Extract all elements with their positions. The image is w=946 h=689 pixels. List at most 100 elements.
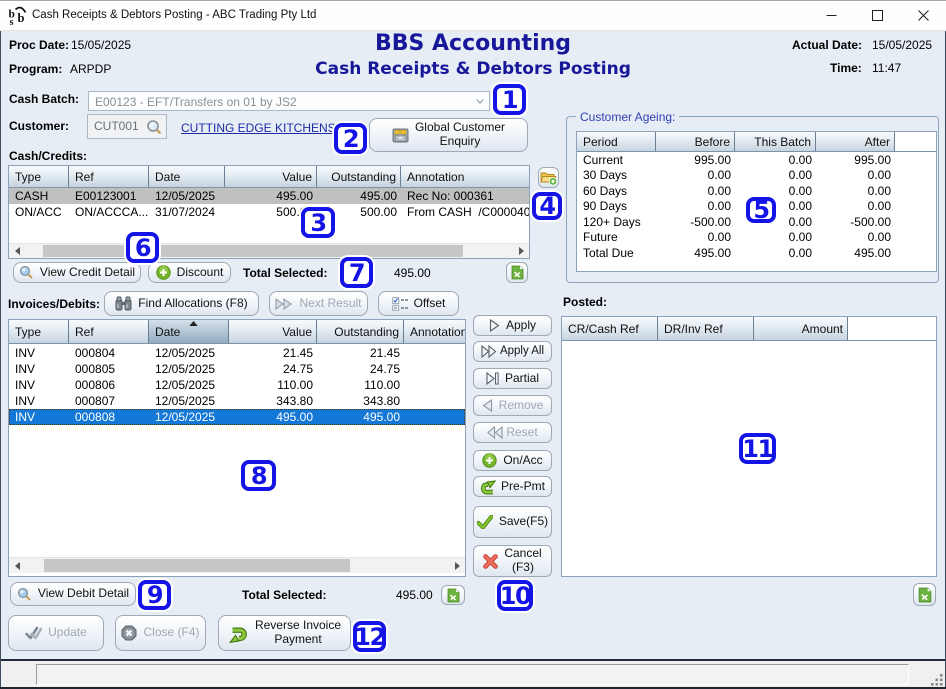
close-form-button[interactable]: Close (F4) [115, 615, 206, 651]
customer-code-value: CUT001 [94, 119, 139, 133]
col-outstanding[interactable]: Outstanding [317, 166, 401, 187]
col-inv-value[interactable]: Value [229, 320, 317, 343]
save-check-icon [477, 515, 493, 529]
on-acc-button[interactable]: On/Acc [473, 450, 552, 471]
resize-grip-icon[interactable] [931, 673, 944, 686]
reverse-invoice-payment-button[interactable]: Reverse Invoice Payment [218, 615, 351, 651]
inv-scroll-right-icon[interactable] [449, 558, 465, 573]
inv-export-excel-button[interactable] [441, 585, 465, 605]
partial-icon [486, 372, 499, 385]
discount-button[interactable]: Discount [148, 262, 231, 283]
view-credit-search-icon [19, 265, 34, 280]
maximize-button[interactable] [854, 0, 900, 31]
view-credit-detail-button[interactable]: View Credit Detail [13, 262, 141, 283]
inv-scrollbar-thumb[interactable] [44, 559, 350, 572]
time-value: 11:47 [872, 61, 901, 75]
minimize-icon [826, 10, 837, 21]
app-window: b s b Cash Receipts & Debtors Posting - … [0, 0, 946, 689]
cancel-button[interactable]: Cancel (F3) [473, 545, 552, 577]
close-window-button[interactable] [900, 0, 946, 31]
cash-credits-row-2[interactable]: ON/ACC ON/ACCCA... 31/07/2024 500.00 500… [9, 204, 529, 220]
view-debit-detail-button[interactable]: View Debit Detail [10, 582, 136, 606]
scrollbar-thumb[interactable] [43, 245, 463, 257]
global-button-label-2: Enquiry [440, 134, 481, 148]
col-type[interactable]: Type [9, 166, 69, 187]
global-customer-enquiry-button[interactable]: Global Customer Enquiry [369, 118, 528, 152]
pre-pmt-button[interactable]: Pre-Pmt [473, 476, 552, 497]
binoculars-icon [115, 296, 132, 311]
window-border-top [0, 0, 946, 1]
cash-credits-header: Type Ref Date Value Outstanding Annotati… [9, 166, 529, 188]
batch-documents-button[interactable] [538, 167, 559, 188]
col-period[interactable]: Period [577, 132, 656, 151]
offset-button[interactable]: Offset [378, 291, 459, 316]
cash-credits-hscrollbar[interactable] [9, 243, 529, 258]
col-amount[interactable]: Amount [754, 317, 848, 340]
col-inv-ref[interactable]: Ref [69, 320, 149, 343]
apply-button[interactable]: Apply [473, 315, 552, 336]
invoice-row-000807[interactable]: INV 000807 12/05/2025 343.80 343.80 [9, 393, 465, 409]
posted-label: Posted: [563, 295, 607, 309]
col-after[interactable]: After [816, 132, 895, 151]
col-ref[interactable]: Ref [69, 166, 149, 187]
invoices-hscrollbar[interactable] [9, 557, 465, 573]
callout-2: 2 [334, 123, 367, 154]
remove-button[interactable]: Remove [473, 395, 552, 416]
reset-icon [487, 426, 503, 439]
col-ageing-extra [895, 132, 936, 151]
invoices-table: Type Ref Date Value Outstanding Annotati… [8, 319, 466, 577]
title-bar: b s b Cash Receipts & Debtors Posting - … [0, 0, 946, 31]
customer-name-link[interactable]: CUTTING EDGE KITCHENS [181, 121, 336, 135]
cancel-x-icon [483, 554, 498, 569]
posted-excel-export-icon [918, 587, 932, 603]
partial-button[interactable]: Partial [473, 368, 552, 389]
posted-export-excel-button[interactable] [913, 583, 936, 606]
ageing-row-current: Current 995.00 0.00 995.00 [577, 152, 936, 168]
offset-icon [392, 297, 408, 311]
col-before[interactable]: Before [656, 132, 735, 151]
col-this-batch[interactable]: This Batch [735, 132, 816, 151]
invoice-row-000805[interactable]: INV 000805 12/05/2025 24.75 24.75 [9, 361, 465, 377]
callout-9: 9 [138, 580, 171, 610]
reset-label: Reset [506, 426, 537, 440]
customer-code-field[interactable]: CUT001 [87, 114, 167, 139]
scroll-right-icon[interactable] [513, 244, 529, 258]
col-cr-cash-ref[interactable]: CR/Cash Ref [562, 317, 658, 340]
scroll-left-icon[interactable] [9, 244, 25, 258]
invoice-row-000806[interactable]: INV 000806 12/05/2025 110.00 110.00 [9, 377, 465, 393]
card-file-icon [392, 127, 409, 143]
inv-scroll-left-icon[interactable] [9, 558, 25, 573]
col-dr-inv-ref[interactable]: DR/Inv Ref [658, 317, 754, 340]
update-button[interactable]: Update [8, 615, 104, 651]
callout-11: 11 [739, 433, 776, 464]
col-annotation[interactable]: Annotation [401, 166, 529, 187]
actual-date-label: Actual Date: [792, 38, 862, 52]
customer-label: Customer: [9, 119, 69, 133]
next-result-button[interactable]: Next Result [269, 291, 368, 316]
view-debit-search-icon [17, 587, 32, 602]
close-octagon-icon [121, 625, 137, 641]
col-inv-type[interactable]: Type [9, 320, 69, 343]
cash-credits-row-1[interactable]: CASH E00123001 12/05/2025 495.00 495.00 … [9, 188, 529, 204]
col-date[interactable]: Date [149, 166, 225, 187]
apply-all-button[interactable]: Apply All [473, 341, 552, 362]
find-allocations-button[interactable]: Find Allocations (F8) [104, 291, 259, 316]
invoice-row-000808[interactable]: INV 000808 12/05/2025 495.00 495.00 [9, 409, 465, 425]
callout-10: 10 [497, 580, 533, 611]
apply-all-icon [481, 345, 497, 358]
update-label: Update [48, 626, 87, 640]
customer-search-icon[interactable] [146, 119, 163, 136]
invoice-row-000804[interactable]: INV 000804 12/05/2025 21.45 21.45 [9, 345, 465, 361]
status-panel [36, 664, 909, 685]
col-inv-outstanding[interactable]: Outstanding [317, 320, 404, 343]
cash-batch-combo[interactable]: E00123 - EFT/Transfers on 01 by JS2 [88, 91, 490, 111]
cash-export-excel-button[interactable] [506, 262, 528, 283]
apply-all-label: Apply All [500, 345, 544, 358]
minimize-button[interactable] [808, 0, 854, 31]
reset-button[interactable]: Reset [473, 422, 552, 443]
reverse-label-2: Payment [274, 632, 321, 646]
folder-add-icon [540, 170, 557, 185]
col-inv-annotation[interactable]: Annotation [404, 320, 465, 343]
col-value[interactable]: Value [225, 166, 317, 187]
save-button[interactable]: Save(F5) [473, 506, 552, 538]
